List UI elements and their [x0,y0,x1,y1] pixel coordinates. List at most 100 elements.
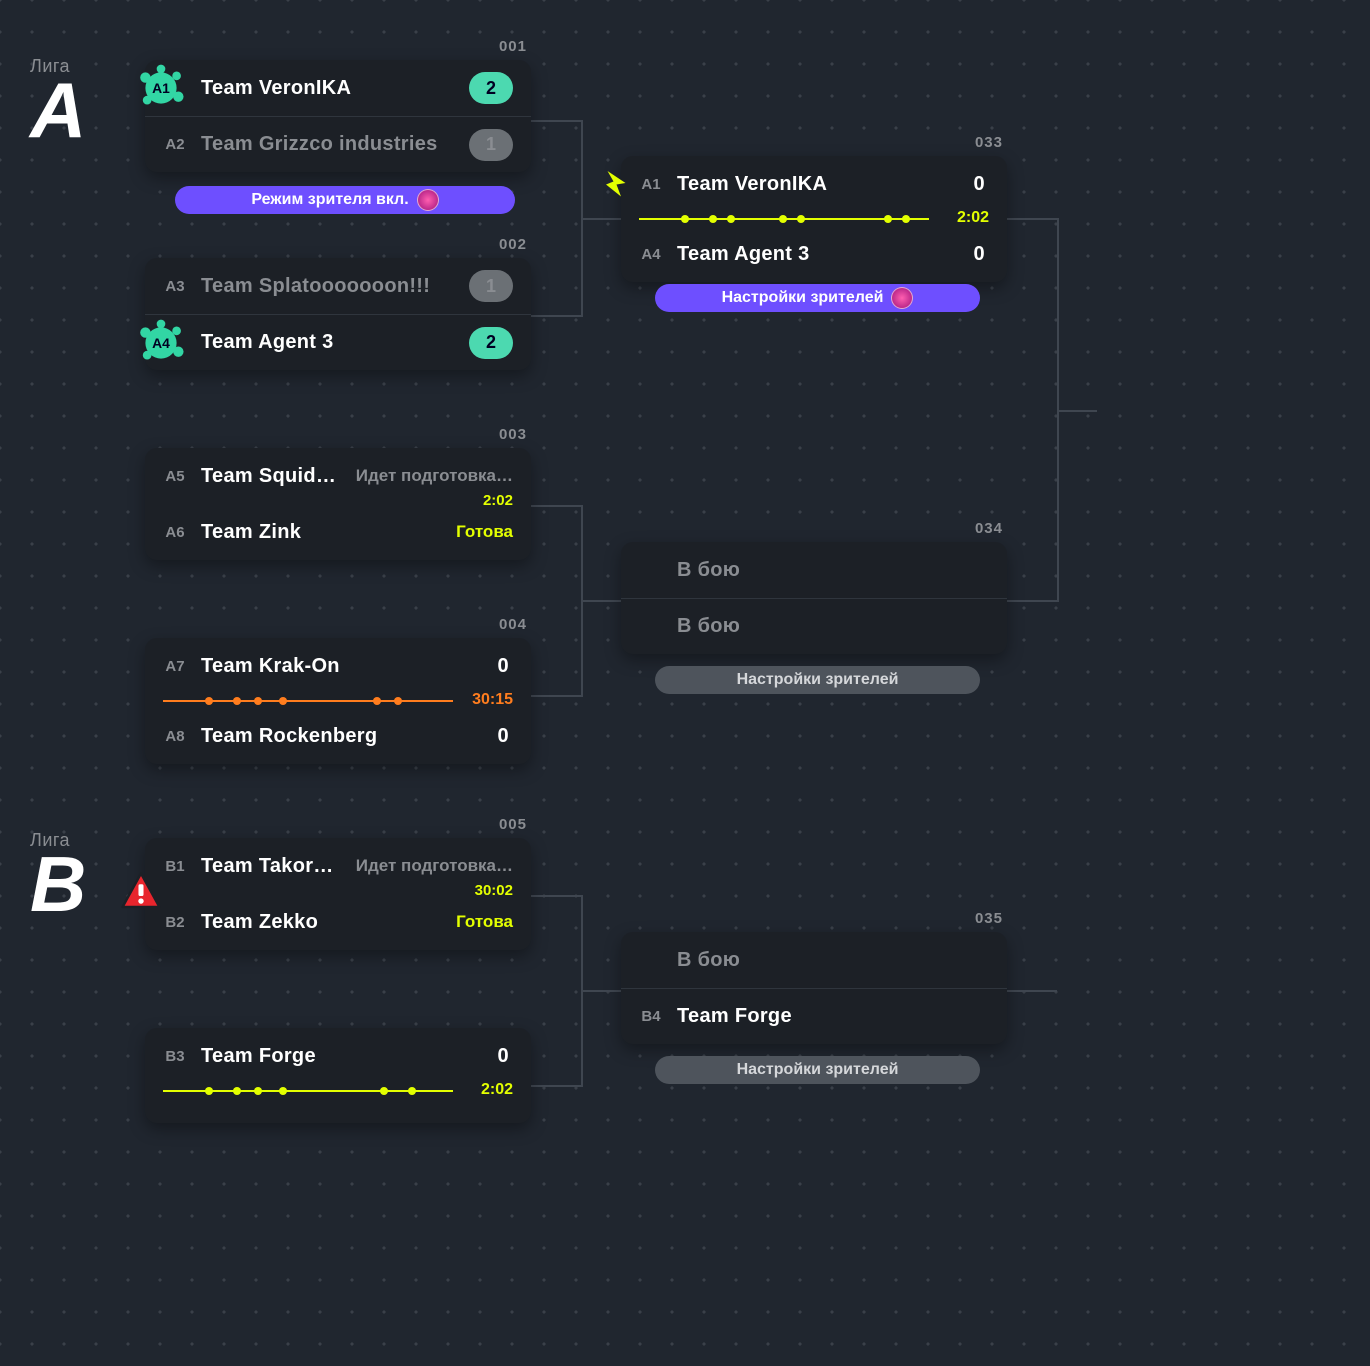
seed: A8 [163,728,187,745]
timeline-dot [254,697,262,705]
seed: B1 [163,858,187,875]
match-005[interactable]: 005 B1 Team Takoroka Идет подготовка… 30… [145,838,531,950]
match-003[interactable]: 003 A5 Team SquidFo… Идет подготовка… 2:… [145,448,531,560]
timeline-dot [408,1087,416,1095]
match-row: A5 Team SquidFo… Идет подготовка… [145,448,531,504]
status-label: Настройки зрителей [737,671,899,689]
league-letter: A [30,77,86,143]
match-row: B2 Team Zekko Готова [145,894,531,950]
bracket-line [531,315,581,317]
match-number: 005 [499,816,527,833]
team-name: Team Grizzco industries [201,133,455,156]
status-in-game: В бою [677,615,989,638]
seed: A3 [163,278,187,295]
prep-status: Идет подготовка… [356,466,513,486]
league-letter: B [30,851,86,917]
ready-status: Готова [456,912,513,932]
timeline-dot [779,215,787,223]
team-name: Team Zekko [201,911,442,934]
timeline-dot [681,215,689,223]
timeline-dot [902,215,910,223]
avatar-icon [417,189,439,211]
match-row: В бою [621,932,1007,988]
match-035[interactable]: 035 В бою B4 Team Forge [621,932,1007,1044]
match-001[interactable]: 001 A1 . Team VeronIKA 2 A2 Team Grizzco… [145,60,531,172]
timeline-dot [233,1087,241,1095]
spectator-settings-button[interactable]: Настройки зрителей [655,284,980,312]
timeline-dot [709,215,717,223]
splat-icon: A4 [135,317,187,369]
team-name: Team SquidFo… [201,465,342,488]
match-row: B4 Team Forge [621,988,1007,1044]
timeline-dot [254,1087,262,1095]
bracket-line [1007,218,1057,220]
bracket-line [531,1085,581,1087]
match-002[interactable]: 002 A3 Team Splatooooooon!!! 1 A4 . Team… [145,258,531,370]
match-row: В бою [621,598,1007,654]
bracket-line [531,895,581,897]
bracket-line [531,695,581,697]
match-006[interactable]: 006 B3 Team Forge 0 2:02 [145,1028,531,1123]
match-row: A7 Team Krak-On 0 [145,638,531,694]
bracket-line [1007,990,1057,992]
score-pill: 2 [469,327,513,359]
team-name: Team Splatooooooon!!! [201,275,455,298]
timeline-dot [233,697,241,705]
warning-icon [120,870,162,912]
match-004[interactable]: 004 A7 Team Krak-On 0 30:15 A8 Team Rock… [145,638,531,764]
team-name: Team Rockenberg [201,725,479,748]
timeline-dot [727,215,735,223]
bracket-line [1057,410,1097,412]
match-timer: 2:02 [481,1081,513,1099]
match-row-loser: A2 Team Grizzco industries 1 [145,116,531,172]
match-timeline: 30:15 [163,694,513,708]
score-pill: 1 [469,270,513,302]
match-row: A1 Team VeronIKA 0 [621,156,1007,212]
match-row: В бою [621,542,1007,598]
match-number: 001 [499,38,527,55]
match-034[interactable]: 034 В бою В бою [621,542,1007,654]
team-name: Team Forge [201,1045,479,1068]
team-name: Team Takoroka [201,855,342,878]
seed: B4 [639,1008,663,1025]
match-row-winner: A1 . Team VeronIKA 2 [145,60,531,116]
match-timer: 30:15 [472,691,513,709]
team-name: Team Agent 3 [677,243,955,266]
seed: A4 [639,246,663,263]
status-label: Настройки зрителей [722,289,884,307]
spectator-settings-button[interactable]: Настройки зрителей [655,666,980,694]
timeline-dot [797,215,805,223]
match-033[interactable]: 033 A1 Team VeronIKA 0 2:02 A4 Team Agen… [621,156,1007,282]
prep-status: Идет подготовка… [356,856,513,876]
splat-icon: A1 [135,62,187,114]
match-number: 033 [975,134,1003,151]
team-name: Team Zink [201,521,442,544]
match-row: A4 Team Agent 3 0 [621,226,1007,282]
bracket-line [581,990,621,992]
spectator-settings-button[interactable]: Настройки зрителей [655,1056,980,1084]
svg-text:A1: A1 [152,80,170,96]
seed: B3 [163,1048,187,1065]
timeline-dot [373,697,381,705]
seed: A2 [163,136,187,153]
status-in-game: В бою [677,949,989,972]
timeline-dot [205,697,213,705]
score: 0 [493,655,513,678]
match-timeline: 2:02 [163,1084,513,1098]
team-name: Team Agent 3 [201,331,455,354]
match-number: 034 [975,520,1003,537]
team-name: Team VeronIKA [677,173,955,196]
team-name: Team Forge [677,1005,989,1028]
spectator-mode-button[interactable]: Режим зрителя вкл. [175,186,515,214]
seed: B2 [163,914,187,931]
score: 0 [493,725,513,748]
match-number: 004 [499,616,527,633]
status-label: Режим зрителя вкл. [251,191,408,209]
timeline-dot [205,1087,213,1095]
svg-text:A4: A4 [152,335,170,351]
match-row: A8 Team Rockenberg 0 [145,708,531,764]
seed: A5 [163,468,187,485]
team-name: Team Krak-On [201,655,479,678]
score-pill: 1 [469,129,513,161]
bracket-line [1007,600,1057,602]
